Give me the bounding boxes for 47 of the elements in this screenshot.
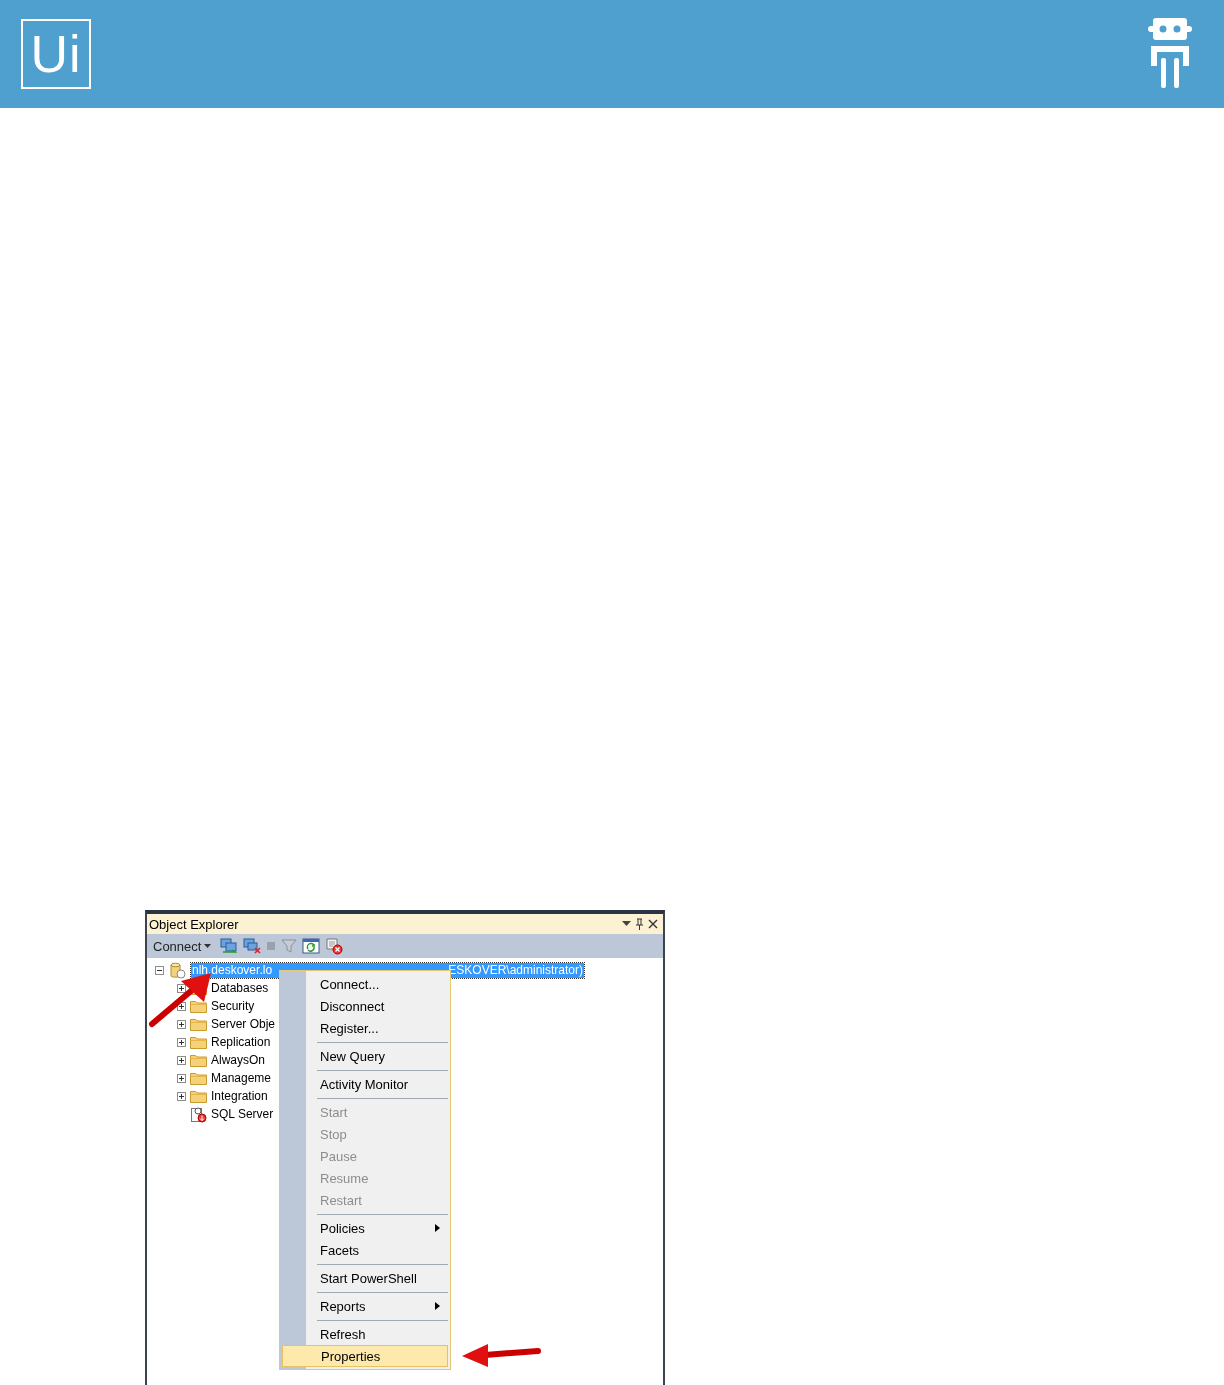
robot-icon	[1148, 18, 1192, 90]
menu-item[interactable]: Connect...	[282, 973, 448, 995]
menu-item[interactable]: Policies	[282, 1217, 448, 1239]
caret-icon	[204, 944, 212, 948]
database-server-icon	[169, 961, 186, 979]
menu-item[interactable]: Refresh	[282, 1323, 448, 1345]
pin-icon[interactable]	[635, 918, 644, 930]
menu-item[interactable]: Facets	[282, 1239, 448, 1261]
folder-icon	[190, 1089, 207, 1103]
tree-node[interactable]: AlwaysOn	[211, 1053, 266, 1067]
tree-node[interactable]: Security	[211, 999, 255, 1013]
expand-icon[interactable]	[177, 1091, 186, 1101]
expand-icon[interactable]	[177, 1001, 186, 1011]
menu-item[interactable]: Register...	[282, 1017, 448, 1039]
panel-title: Object Explorer	[149, 916, 239, 932]
menu-item[interactable]: Reports	[282, 1295, 448, 1317]
expand-icon[interactable]	[177, 1055, 186, 1065]
folder-icon	[190, 1053, 207, 1067]
expand-icon[interactable]	[177, 1073, 186, 1083]
tree-node[interactable]: Integration	[211, 1089, 268, 1103]
folder-icon	[190, 1071, 207, 1085]
folder-icon	[190, 1017, 207, 1031]
folder-icon	[190, 999, 207, 1013]
tree-node[interactable]: Server Obje	[211, 1017, 276, 1031]
disconnect-icon[interactable]	[243, 938, 262, 954]
close-icon[interactable]	[648, 919, 658, 929]
menu-item[interactable]: New Query	[282, 1045, 448, 1067]
expand-icon[interactable]	[177, 1019, 186, 1029]
menu-item[interactable]: Properties	[282, 1345, 448, 1367]
menu-item[interactable]: Disconnect	[282, 995, 448, 1017]
menu-item[interactable]: Start PowerShell	[282, 1267, 448, 1289]
menu-item[interactable]: Activity Monitor	[282, 1073, 448, 1095]
script-delete-icon[interactable]	[325, 937, 344, 955]
collapse-icon[interactable]	[155, 965, 164, 975]
refresh-icon[interactable]	[302, 938, 321, 954]
dropdown-icon[interactable]	[622, 921, 631, 927]
tree-node[interactable]: Databases	[211, 981, 269, 995]
tree-node[interactable]: Manageme	[211, 1071, 272, 1085]
tree-node[interactable]: SQL Server	[211, 1107, 274, 1121]
folder-icon	[190, 1035, 207, 1049]
expand-icon[interactable]	[177, 1037, 186, 1047]
expand-icon[interactable]	[177, 983, 186, 993]
agent-icon	[190, 1105, 207, 1123]
connect-icon[interactable]	[220, 938, 239, 954]
tree-node[interactable]: Replication	[211, 1035, 271, 1049]
logo: Ui	[21, 19, 91, 89]
connect-button[interactable]: Connect	[153, 938, 212, 954]
